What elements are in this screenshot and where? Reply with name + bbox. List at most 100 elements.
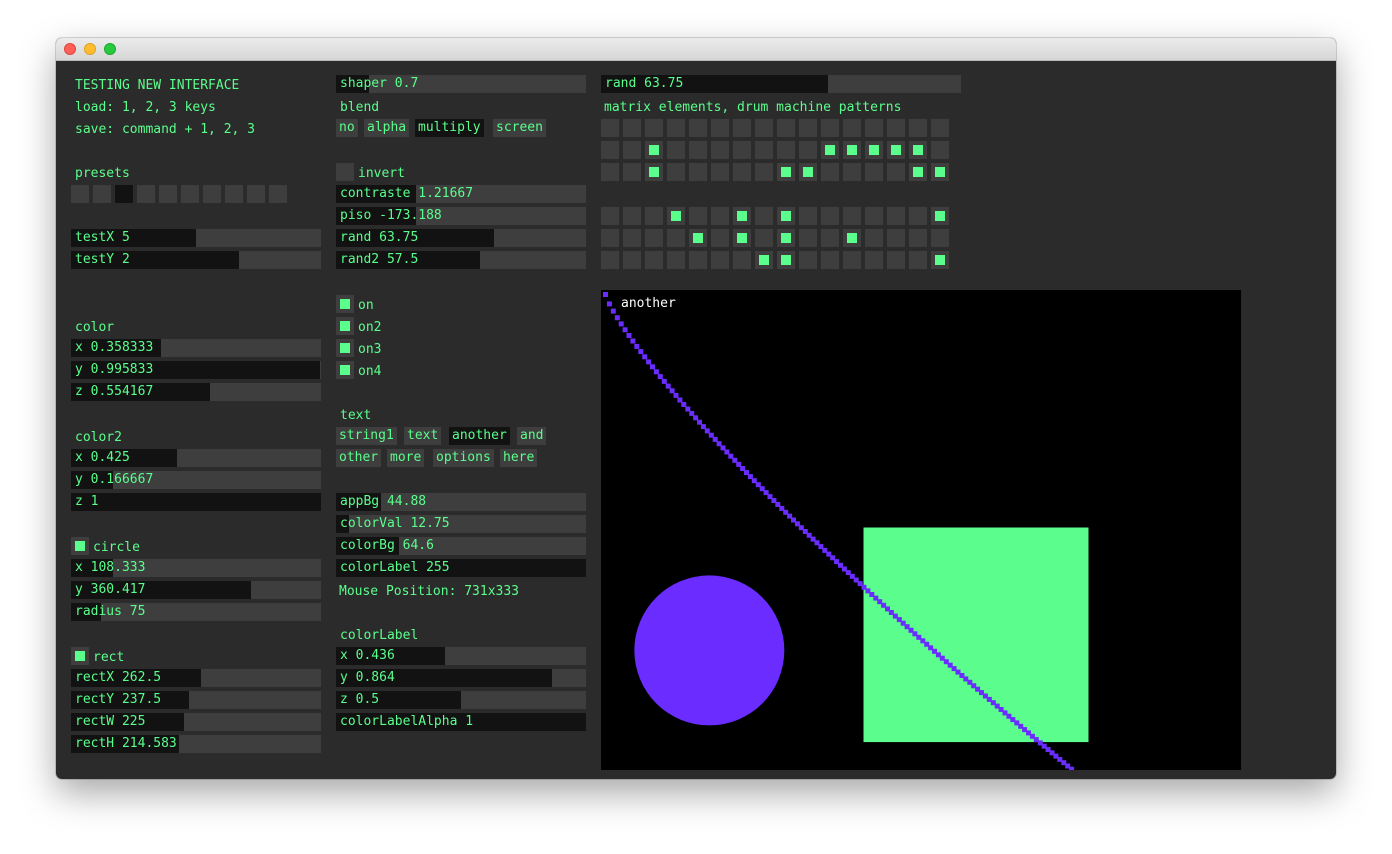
rand2-slider[interactable]: rand2 57.5: [336, 251, 586, 269]
matrix-cell[interactable]: [777, 119, 795, 137]
matrix-cell[interactable]: [623, 141, 641, 159]
matrix-cell[interactable]: [645, 207, 663, 225]
minimize-window-button[interactable]: [84, 43, 96, 55]
colorLabel-z-slider[interactable]: z 0.5: [336, 691, 586, 709]
matrix-cell[interactable]: [821, 251, 839, 269]
matrix-cell[interactable]: [733, 119, 751, 137]
matrix-cell[interactable]: [931, 141, 949, 159]
matrix-cell[interactable]: [689, 207, 707, 225]
matrix-cell[interactable]: [755, 251, 773, 269]
matrix-cell[interactable]: [755, 163, 773, 181]
matrix-cell[interactable]: [711, 163, 729, 181]
matrix-cell[interactable]: [821, 207, 839, 225]
matrix-cell[interactable]: [887, 119, 905, 137]
shaper-slider[interactable]: shaper 0.7: [336, 75, 586, 93]
matrix-cell[interactable]: [645, 119, 663, 137]
matrix-cell[interactable]: [755, 229, 773, 247]
preset-slot-8[interactable]: [225, 185, 243, 203]
matrix-cell[interactable]: [711, 207, 729, 225]
preset-slot-3[interactable]: [115, 185, 133, 203]
zoom-window-button[interactable]: [104, 43, 116, 55]
matrix-cell[interactable]: [689, 229, 707, 247]
color2-z-slider[interactable]: z 1: [71, 493, 321, 511]
matrix-cell[interactable]: [623, 207, 641, 225]
matrix-cell[interactable]: [711, 119, 729, 137]
preset-slot-2[interactable]: [93, 185, 111, 203]
text-option-string1[interactable]: string1: [336, 427, 397, 445]
matrix-cell[interactable]: [689, 163, 707, 181]
matrix-cell[interactable]: [777, 207, 795, 225]
preset-slot-7[interactable]: [203, 185, 221, 203]
matrix-cell[interactable]: [931, 207, 949, 225]
color-x-slider[interactable]: x 0.358333: [71, 339, 321, 357]
piso-slider[interactable]: piso -173.188: [336, 207, 586, 225]
matrix-cell[interactable]: [799, 251, 817, 269]
color2-x-slider[interactable]: x 0.425: [71, 449, 321, 467]
matrix-cell[interactable]: [865, 229, 883, 247]
matrix-cell[interactable]: [755, 207, 773, 225]
matrix-cell[interactable]: [711, 141, 729, 159]
matrix-cell[interactable]: [865, 119, 883, 137]
blend-option-alpha[interactable]: alpha: [364, 119, 410, 137]
on4-toggle[interactable]: [336, 361, 354, 379]
text-option-here[interactable]: here: [500, 449, 538, 467]
matrix-cell[interactable]: [733, 207, 751, 225]
circle-x-slider[interactable]: x 108.333: [71, 559, 321, 577]
invert-toggle[interactable]: [336, 163, 354, 181]
preset-slot-9[interactable]: [247, 185, 265, 203]
matrix-cell[interactable]: [931, 163, 949, 181]
matrix-cell[interactable]: [865, 163, 883, 181]
matrix-cell[interactable]: [601, 207, 619, 225]
matrix-cell[interactable]: [931, 251, 949, 269]
matrix-cell[interactable]: [645, 141, 663, 159]
matrix-cell[interactable]: [931, 229, 949, 247]
rect-toggle[interactable]: [71, 647, 89, 665]
matrix-cell[interactable]: [667, 229, 685, 247]
matrix-cell[interactable]: [667, 141, 685, 159]
matrix-cell[interactable]: [821, 141, 839, 159]
matrix-cell[interactable]: [667, 207, 685, 225]
testY-slider[interactable]: testY 2: [71, 251, 321, 269]
matrix-cell[interactable]: [623, 119, 641, 137]
matrix-cell[interactable]: [843, 119, 861, 137]
matrix-cell[interactable]: [601, 229, 619, 247]
matrix-cell[interactable]: [645, 229, 663, 247]
matrix-cell[interactable]: [887, 251, 905, 269]
color-y-slider[interactable]: y 0.995833: [71, 361, 321, 379]
rand-slider[interactable]: rand 63.75: [336, 229, 586, 247]
colorLabelAlpha-slider[interactable]: colorLabelAlpha 1: [336, 713, 586, 731]
matrix-cell[interactable]: [777, 229, 795, 247]
color2-y-slider[interactable]: y 0.166667: [71, 471, 321, 489]
matrix-cell[interactable]: [601, 163, 619, 181]
preset-slot-1[interactable]: [71, 185, 89, 203]
color-z-slider[interactable]: z 0.554167: [71, 383, 321, 401]
rectW-slider[interactable]: rectW 225: [71, 713, 321, 731]
matrix-cell[interactable]: [799, 229, 817, 247]
colorLabel-y-slider[interactable]: y 0.864: [336, 669, 586, 687]
colorBg-slider[interactable]: colorBg 64.6: [336, 537, 586, 555]
text-option-other[interactable]: other: [336, 449, 382, 467]
matrix-cell[interactable]: [733, 141, 751, 159]
blend-option-multiply[interactable]: multiply: [415, 119, 484, 137]
on-toggle[interactable]: [336, 295, 354, 313]
text-option-and[interactable]: and: [517, 427, 547, 445]
matrix-cell[interactable]: [931, 119, 949, 137]
matrix-cell[interactable]: [667, 163, 685, 181]
text-option-more[interactable]: more: [387, 449, 425, 467]
matrix-cell[interactable]: [821, 229, 839, 247]
circle-toggle[interactable]: [71, 537, 89, 555]
matrix-cell[interactable]: [689, 251, 707, 269]
matrix-cell[interactable]: [601, 251, 619, 269]
appBg-slider[interactable]: appBg 44.88: [336, 493, 586, 511]
matrix-cell[interactable]: [601, 119, 619, 137]
matrix-cell[interactable]: [865, 207, 883, 225]
text-option-text[interactable]: text: [404, 427, 442, 445]
testX-slider[interactable]: testX 5: [71, 229, 321, 247]
preset-slot-10[interactable]: [269, 185, 287, 203]
matrix-cell[interactable]: [645, 163, 663, 181]
matrix-cell[interactable]: [887, 229, 905, 247]
rectY-slider[interactable]: rectY 237.5: [71, 691, 321, 709]
matrix-cell[interactable]: [821, 119, 839, 137]
text-option-options[interactable]: options: [433, 449, 494, 467]
preset-slot-5[interactable]: [159, 185, 177, 203]
